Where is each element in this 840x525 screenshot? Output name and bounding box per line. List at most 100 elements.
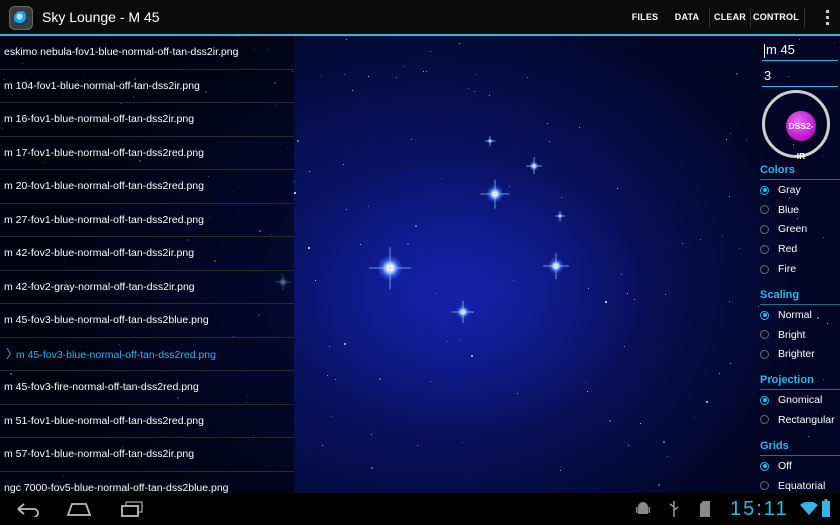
files-button[interactable]: FILES: [628, 0, 662, 34]
star: [297, 140, 299, 142]
data-button[interactable]: DATA: [672, 0, 702, 34]
action-bar: Sky Lounge - M 45 FILES DATA CLEAR CONTR…: [0, 0, 840, 36]
clock: 15:11: [730, 498, 789, 520]
star: [621, 274, 622, 275]
file-list-item[interactable]: m 27-fov1-blue-normal-off-tan-dss2red.pn…: [0, 203, 294, 237]
radio-button-icon[interactable]: [760, 264, 769, 274]
file-list-item[interactable]: m 42-fov2-blue-normal-off-tan-dss2ir.png: [0, 237, 294, 271]
colors-option-blue[interactable]: Blue: [760, 201, 799, 220]
text-caret: [764, 43, 765, 58]
app-logo-icon[interactable]: [9, 6, 33, 30]
scaling-divider: [760, 304, 840, 305]
file-list-item[interactable]: m 20-fov1-blue-normal-off-tan-dss2red.pn…: [0, 170, 294, 204]
radio-button-icon[interactable]: [760, 350, 769, 360]
radio-label: Off: [778, 460, 792, 472]
star: [471, 355, 473, 357]
radio-button-icon[interactable]: [760, 244, 769, 254]
radio-button-icon[interactable]: [760, 461, 769, 471]
colors-option-fire[interactable]: Fire: [760, 260, 796, 279]
star: [331, 416, 332, 417]
system-nav-bar: 15:11: [0, 493, 840, 525]
survey-dial[interactable]: DSS2-IR: [762, 90, 830, 161]
file-list-item[interactable]: m 51-fov1-blue-normal-off-tan-dss2red.pn…: [0, 404, 294, 438]
file-name: m 27-fov1-blue-normal-off-tan-dss2red.pn…: [4, 213, 204, 226]
bright-star: [557, 213, 563, 219]
android-debug-icon: [636, 502, 650, 514]
star: [694, 417, 695, 418]
file-list-item[interactable]: m 104-fov1-blue-normal-off-tan-dss2ir.pn…: [0, 69, 294, 103]
star: [308, 247, 310, 249]
radio-button-icon[interactable]: [760, 225, 769, 235]
radio-label: Bright: [778, 328, 806, 341]
star: [663, 441, 665, 443]
file-list-item[interactable]: m 42-fov2-gray-normal-off-tan-dss2ir.png: [0, 270, 294, 304]
star: [719, 373, 720, 374]
radio-label: Rectangular: [778, 413, 835, 426]
action-divider: [750, 8, 751, 28]
file-list-item[interactable]: m 17-fov1-blue-normal-off-tan-dss2red.pn…: [0, 136, 294, 170]
file-name: m 17-fov1-blue-normal-off-tan-dss2red.pn…: [4, 146, 204, 159]
file-list-item[interactable]: 〉m 45-fov3-blue-normal-off-tan-dss2red.p…: [0, 337, 294, 371]
scaling-option-normal[interactable]: Normal: [760, 306, 812, 325]
star: [436, 293, 437, 294]
star: [726, 139, 727, 140]
file-list-item[interactable]: m 16-fov1-blue-normal-off-tan-dss2ir.png: [0, 103, 294, 137]
app-title: Sky Lounge - M 45: [42, 9, 160, 25]
star: [560, 470, 561, 471]
object-input[interactable]: m 45: [762, 39, 838, 61]
scaling-option-bright[interactable]: Bright: [760, 326, 805, 345]
star: [315, 280, 316, 281]
star: [489, 95, 490, 96]
star: [605, 301, 607, 303]
file-list-item[interactable]: m 45-fov3-blue-normal-off-tan-dss2blue.p…: [0, 304, 294, 338]
file-list-item[interactable]: m 45-fov3-fire-normal-off-tan-dss2red.pn…: [0, 371, 294, 405]
radio-label: Normal: [778, 309, 812, 321]
recent-apps-icon[interactable]: [120, 501, 144, 517]
radio-button-icon[interactable]: [760, 415, 769, 425]
star: [730, 133, 731, 134]
star: [335, 379, 336, 380]
star: [459, 43, 460, 44]
star: [746, 139, 747, 140]
radio-button-icon[interactable]: [760, 205, 769, 215]
radio-button-icon[interactable]: [760, 310, 769, 320]
projection-option-gnomical[interactable]: Gnomical: [760, 391, 822, 410]
colors-option-red[interactable]: Red: [760, 240, 797, 259]
star: [549, 141, 550, 142]
scaling-option-brighter[interactable]: Brighter: [760, 345, 815, 364]
radio-button-icon[interactable]: [760, 185, 769, 195]
file-name: m 57-fov1-blue-normal-off-tan-dss2ir.png: [4, 448, 195, 460]
star: [423, 71, 424, 72]
colors-option-green[interactable]: Green: [760, 220, 807, 239]
usb-icon: [669, 501, 679, 517]
star: [736, 73, 738, 75]
back-icon[interactable]: [14, 501, 40, 517]
star: [321, 75, 322, 76]
radio-label: Equatorial: [778, 479, 826, 492]
star: [371, 434, 372, 435]
home-icon[interactable]: [66, 502, 92, 516]
fov-input[interactable]: 3: [762, 65, 838, 87]
radio-button-icon[interactable]: [760, 330, 769, 340]
radio-button-icon[interactable]: [760, 395, 769, 405]
star: [396, 77, 397, 78]
battery-icon: [822, 499, 830, 517]
clear-button[interactable]: CLEAR: [713, 0, 747, 34]
overflow-menu-icon[interactable]: [824, 10, 830, 26]
survey-button[interactable]: DSS2-IR: [786, 111, 816, 161]
star: [722, 235, 723, 236]
star: [617, 188, 618, 189]
star: [628, 445, 629, 446]
file-name: m 20-fov1-blue-normal-off-tan-dss2red.pn…: [4, 180, 204, 192]
bright-star: [377, 255, 403, 281]
grids-divider: [760, 455, 840, 456]
file-list-item[interactable]: m 57-fov1-blue-normal-off-tan-dss2ir.png: [0, 438, 294, 472]
projection-option-rectangular[interactable]: Rectangular: [760, 411, 835, 430]
colors-option-gray[interactable]: Gray: [760, 181, 801, 200]
control-button[interactable]: CONTROL: [753, 0, 799, 34]
radio-button-icon[interactable]: [760, 481, 769, 491]
grids-heading: Grids: [760, 440, 789, 452]
grids-option-off[interactable]: Off: [760, 457, 792, 476]
star: [346, 209, 347, 210]
file-list-item[interactable]: eskimo nebula-fov1-blue-normal-off-tan-d…: [0, 36, 294, 70]
